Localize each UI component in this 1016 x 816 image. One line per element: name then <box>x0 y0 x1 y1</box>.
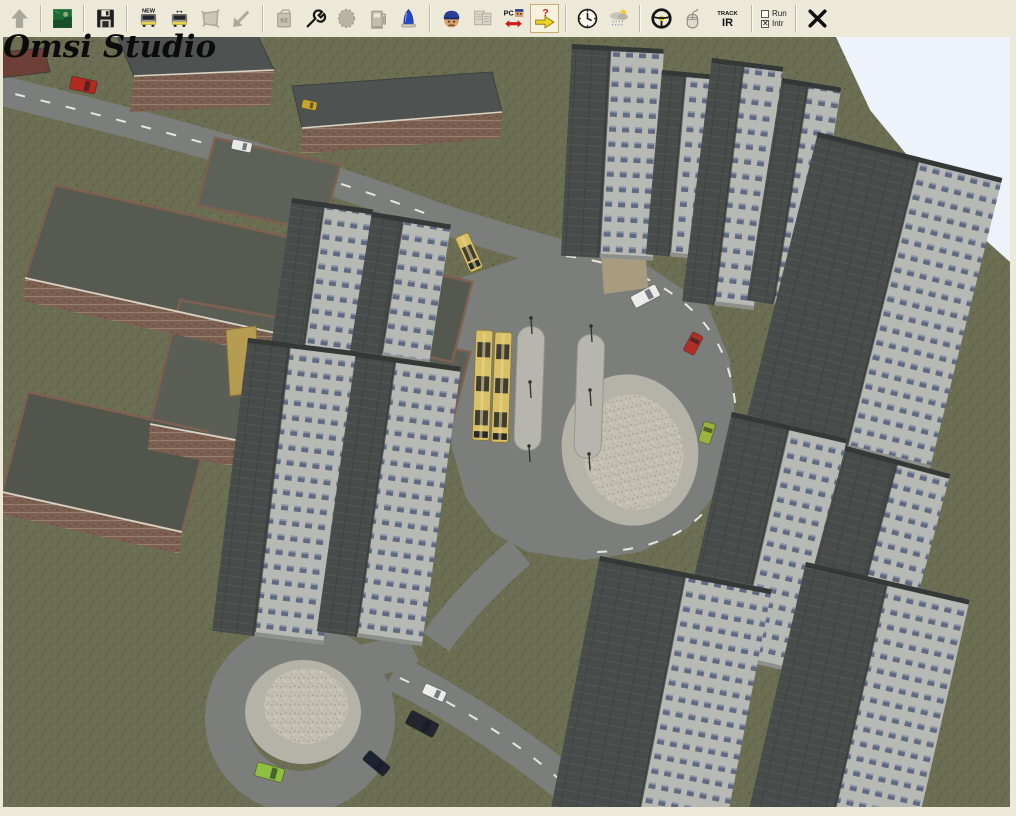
frame-icon <box>198 6 223 31</box>
steering-wheel-icon <box>649 6 674 31</box>
checkbox-label: Intr <box>772 20 784 28</box>
bus <box>491 332 512 443</box>
save-icon <box>93 6 118 31</box>
checked-box-icon[interactable]: ✕ <box>761 20 769 28</box>
trackir-icon: TRACKIR <box>715 6 740 31</box>
3d-viewport[interactable] <box>3 37 1010 807</box>
tire-icon <box>334 6 359 31</box>
wrench-icon <box>303 6 328 31</box>
route-question-icon: ? <box>532 6 557 31</box>
toolbar-separator <box>429 5 431 32</box>
toolbar-separator <box>126 5 128 32</box>
watermark-text: Omsi Studio <box>3 29 216 65</box>
toolbar-separator <box>83 5 85 32</box>
map-icon <box>50 6 75 31</box>
weather-button[interactable] <box>604 4 633 33</box>
controls-button[interactable] <box>647 4 676 33</box>
fuel-can-icon: 92 <box>272 6 297 31</box>
time-button[interactable] <box>573 4 602 33</box>
mouse-icon <box>680 6 705 31</box>
ai-swap-icon: PC <box>501 6 526 31</box>
blue-light-icon <box>396 6 421 31</box>
driver-icon <box>439 6 464 31</box>
option-checkbox-intr[interactable]: ✕Intr <box>761 20 787 28</box>
unchecked-box-icon[interactable] <box>761 10 769 18</box>
close-icon <box>805 6 830 31</box>
toolbar-separator <box>262 5 264 32</box>
toolbar-separator <box>40 5 42 32</box>
clock-icon <box>575 6 600 31</box>
trackir-button[interactable]: TRACKIR <box>709 4 745 33</box>
omsi-window: { "window": { "bg": "#ece9d8", "watermar… <box>0 0 1016 816</box>
fuel-pump-button[interactable] <box>363 4 392 33</box>
checkbox-label: Run <box>772 10 787 18</box>
3d-scene[interactable] <box>3 37 1010 807</box>
option-checkbox-run[interactable]: Run <box>761 10 787 18</box>
fuel-pump-icon <box>365 6 390 31</box>
route-hints-button[interactable]: ? <box>530 4 559 33</box>
toolbar-separator <box>639 5 641 32</box>
bus <box>472 330 493 441</box>
arrow-sw-icon <box>229 6 254 31</box>
ai-swap-button[interactable]: PC <box>499 4 528 33</box>
weather-icon <box>606 6 631 31</box>
timetable-button[interactable] <box>468 4 497 33</box>
blue-light-button[interactable] <box>394 4 423 33</box>
enter-bus-button[interactable] <box>227 4 256 33</box>
toolbar-separator <box>751 5 753 32</box>
driver-button[interactable] <box>437 4 466 33</box>
svg-text:IR: IR <box>722 17 733 29</box>
svg-text:PC: PC <box>504 8 515 17</box>
mouse-button[interactable] <box>678 4 707 33</box>
timetable-icon <box>470 6 495 31</box>
svg-text:NEW: NEW <box>142 8 156 14</box>
close-button[interactable] <box>803 4 832 33</box>
toolbar-separator <box>565 5 567 32</box>
new-bus-icon: NEW <box>136 6 161 31</box>
move-bus-icon: ↔ <box>167 6 192 31</box>
repair-button[interactable] <box>301 4 330 33</box>
svg-text:92: 92 <box>280 18 288 25</box>
up-arrow-icon <box>7 6 32 31</box>
tire-button[interactable] <box>332 4 361 33</box>
options-checkbox-panel: Run✕Intr <box>759 10 789 28</box>
refuel-button[interactable]: 92 <box>270 4 299 33</box>
toolbar-separator <box>795 5 797 32</box>
